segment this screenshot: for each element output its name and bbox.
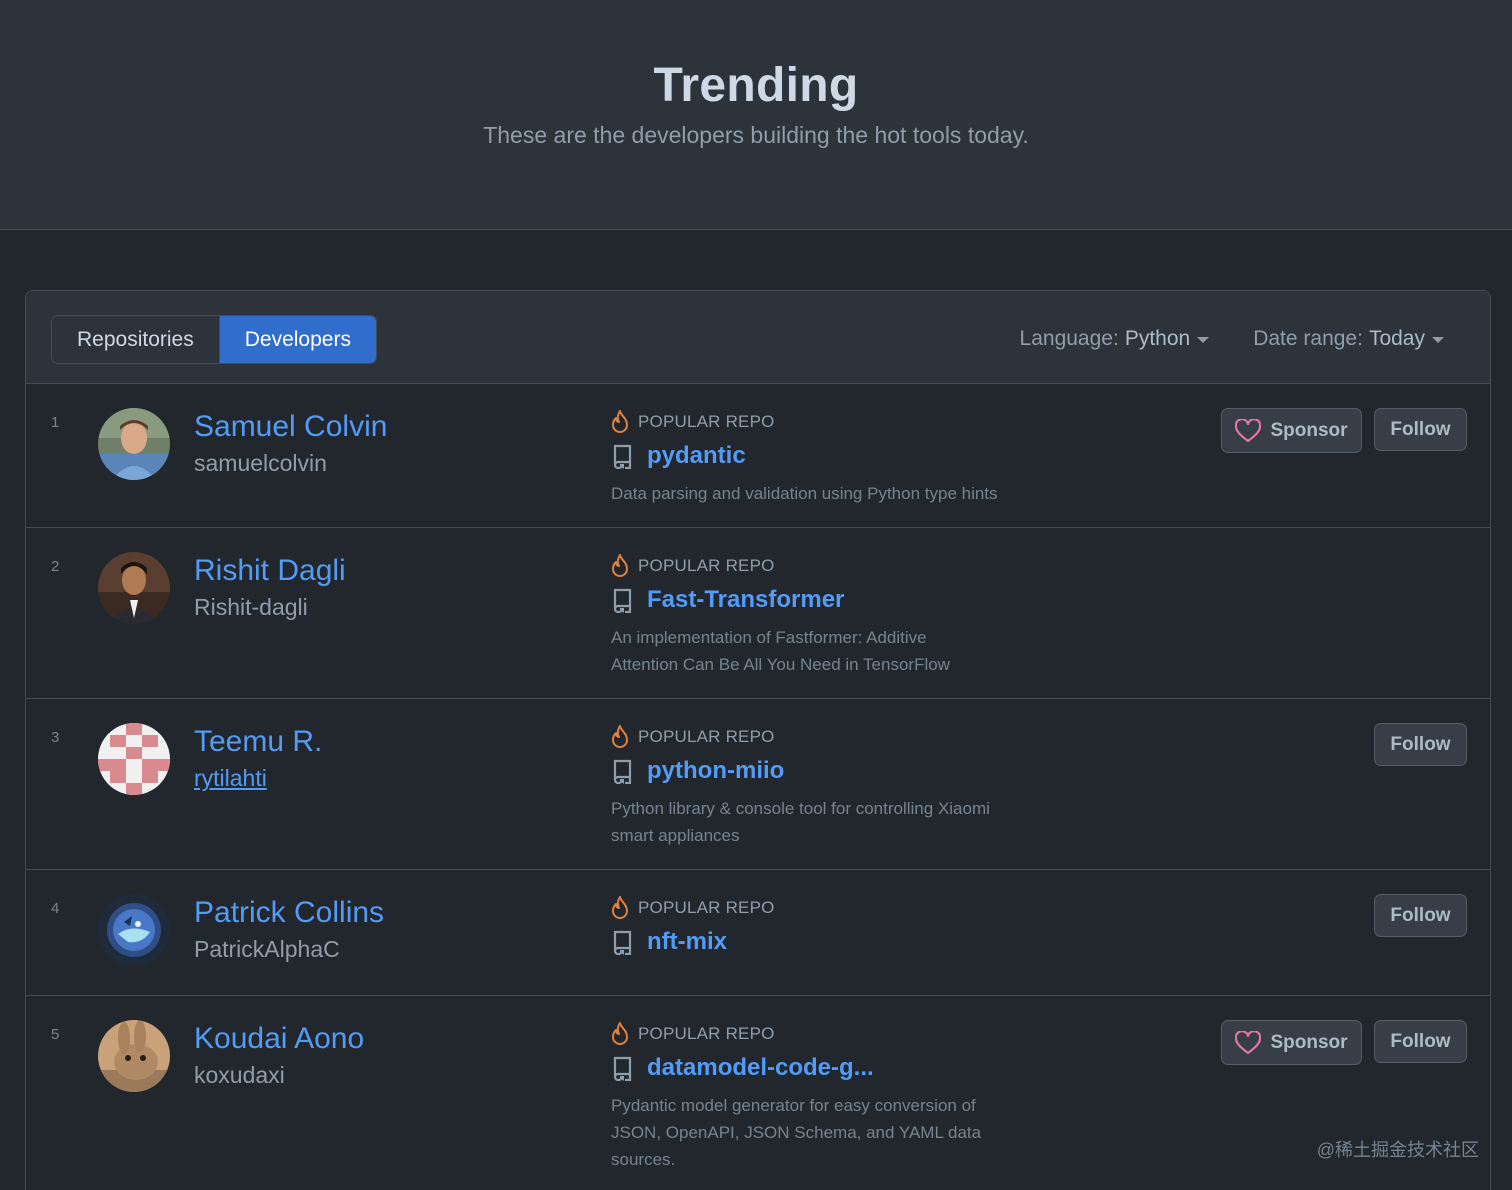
- date-range-filter-label: Date range:: [1253, 327, 1363, 350]
- follow-button[interactable]: Follow: [1374, 723, 1467, 766]
- avatar[interactable]: [98, 723, 170, 795]
- sponsor-label: Sponsor: [1270, 1031, 1348, 1053]
- popular-repo-label: POPULAR REPO: [611, 896, 775, 920]
- popular-repo-text: POPULAR REPO: [638, 556, 775, 575]
- heart-icon: [1235, 418, 1262, 442]
- repo-icon: [613, 759, 632, 784]
- popular-repo-text: POPULAR REPO: [638, 412, 775, 431]
- developer-row: 3 Teemu R. rytilahti POPULAR REPO python…: [26, 699, 1490, 870]
- popular-repo-label: POPULAR REPO: [611, 410, 775, 434]
- follow-button[interactable]: Follow: [1374, 1020, 1467, 1063]
- repo-link[interactable]: pydantic: [611, 442, 746, 470]
- page-subtitle: These are the developers building the ho…: [483, 122, 1029, 148]
- developer-rank: 1: [51, 414, 60, 431]
- developer-name[interactable]: Patrick Collins: [194, 896, 384, 930]
- developer-rank: 4: [51, 900, 60, 917]
- popular-repo-text: POPULAR REPO: [638, 1024, 775, 1043]
- sponsor-label: Sponsor: [1270, 419, 1348, 441]
- language-filter-label: Language:: [1019, 327, 1119, 350]
- repo-icon: [613, 588, 632, 613]
- page-hero: Trending These are the developers buildi…: [0, 0, 1512, 230]
- popular-repo-text: POPULAR REPO: [638, 898, 775, 917]
- repo-link[interactable]: datamodel-code-g...: [611, 1054, 874, 1082]
- sponsor-button[interactable]: Sponsor: [1221, 1020, 1362, 1065]
- follow-button[interactable]: Follow: [1374, 894, 1467, 937]
- flame-icon: [612, 410, 628, 433]
- repo-description: An implementation of Fastformer: Additiv…: [611, 628, 950, 674]
- date-range-filter-dropdown[interactable]: Date range: Today: [1253, 327, 1444, 351]
- flame-icon: [612, 725, 628, 748]
- repo-name: datamodel-code-g...: [647, 1054, 874, 1081]
- repo-icon: [613, 444, 632, 469]
- language-filter-dropdown[interactable]: Language: Python: [1020, 327, 1210, 351]
- tab-developers[interactable]: Developers: [218, 316, 376, 363]
- avatar[interactable]: [98, 408, 170, 480]
- developer-row: 2 Rishit Dagli Rishit-dagli POPULAR REPO…: [26, 528, 1490, 699]
- caret-down-icon: [1432, 337, 1444, 343]
- avatar[interactable]: [98, 552, 170, 624]
- developer-row: 4 Patrick Collins PatrickAlphaC POPULAR …: [26, 870, 1490, 996]
- heart-icon: [1235, 1030, 1262, 1054]
- repo-name: Fast-Transformer: [647, 586, 845, 613]
- developer-name[interactable]: Koudai Aono: [194, 1022, 364, 1056]
- repo-description: Python library & console tool for contro…: [611, 799, 990, 845]
- flame-icon: [612, 896, 628, 919]
- developer-login[interactable]: Rishit-dagli: [194, 594, 308, 621]
- developer-rank: 3: [51, 729, 60, 746]
- popular-repo-label: POPULAR REPO: [611, 554, 775, 578]
- popular-repo-label: POPULAR REPO: [611, 1022, 775, 1046]
- repo-link[interactable]: nft-mix: [611, 928, 727, 956]
- avatar[interactable]: [98, 894, 170, 966]
- developer-login[interactable]: koxudaxi: [194, 1062, 285, 1089]
- developer-name[interactable]: Teemu R.: [194, 725, 322, 759]
- flame-icon: [612, 1022, 628, 1045]
- developer-row: 1 Samuel Colvin samuelcolvin POPULAR REP…: [26, 384, 1490, 528]
- developer-rank: 2: [51, 558, 60, 575]
- repo-name: nft-mix: [647, 928, 727, 955]
- box-header: Repositories Developers Language: Python…: [26, 291, 1490, 384]
- developer-row: 5 Koudai Aono koxudaxi POPULAR REPO data…: [26, 996, 1490, 1190]
- repo-name: pydantic: [647, 442, 746, 469]
- tab-repositories[interactable]: Repositories: [52, 316, 219, 363]
- language-filter-value: Python: [1124, 327, 1191, 350]
- repo-description: Pydantic model generator for easy conver…: [611, 1096, 982, 1169]
- repo-icon: [613, 930, 632, 955]
- watermark: @稀土掘金技术社区: [1316, 1140, 1479, 1160]
- repo-link[interactable]: python-miio: [611, 757, 784, 785]
- page-title: Trending: [653, 59, 859, 112]
- caret-down-icon: [1197, 337, 1210, 343]
- tab-group: Repositories Developers: [51, 315, 377, 364]
- repo-link[interactable]: Fast-Transformer: [611, 586, 844, 614]
- avatar[interactable]: [98, 1020, 170, 1092]
- repo-name: python-miio: [647, 757, 785, 784]
- developer-rank: 5: [51, 1026, 60, 1043]
- developer-login[interactable]: PatrickAlphaC: [194, 936, 340, 963]
- developer-name[interactable]: Samuel Colvin: [194, 410, 387, 444]
- developer-login[interactable]: samuelcolvin: [194, 450, 327, 477]
- repo-icon: [613, 1056, 632, 1081]
- developer-login[interactable]: rytilahti: [194, 765, 267, 792]
- sponsor-button[interactable]: Sponsor: [1221, 408, 1362, 453]
- popular-repo-label: POPULAR REPO: [611, 725, 775, 749]
- date-range-filter-value: Today: [1368, 327, 1425, 350]
- filters: Language: Python Date range: Today: [1020, 327, 1444, 351]
- developer-name[interactable]: Rishit Dagli: [194, 554, 346, 588]
- flame-icon: [612, 554, 628, 577]
- popular-repo-text: POPULAR REPO: [638, 727, 775, 746]
- repo-description: Data parsing and validation using Python…: [611, 484, 998, 503]
- follow-button[interactable]: Follow: [1374, 408, 1467, 451]
- trending-box: Repositories Developers Language: Python…: [25, 290, 1491, 1190]
